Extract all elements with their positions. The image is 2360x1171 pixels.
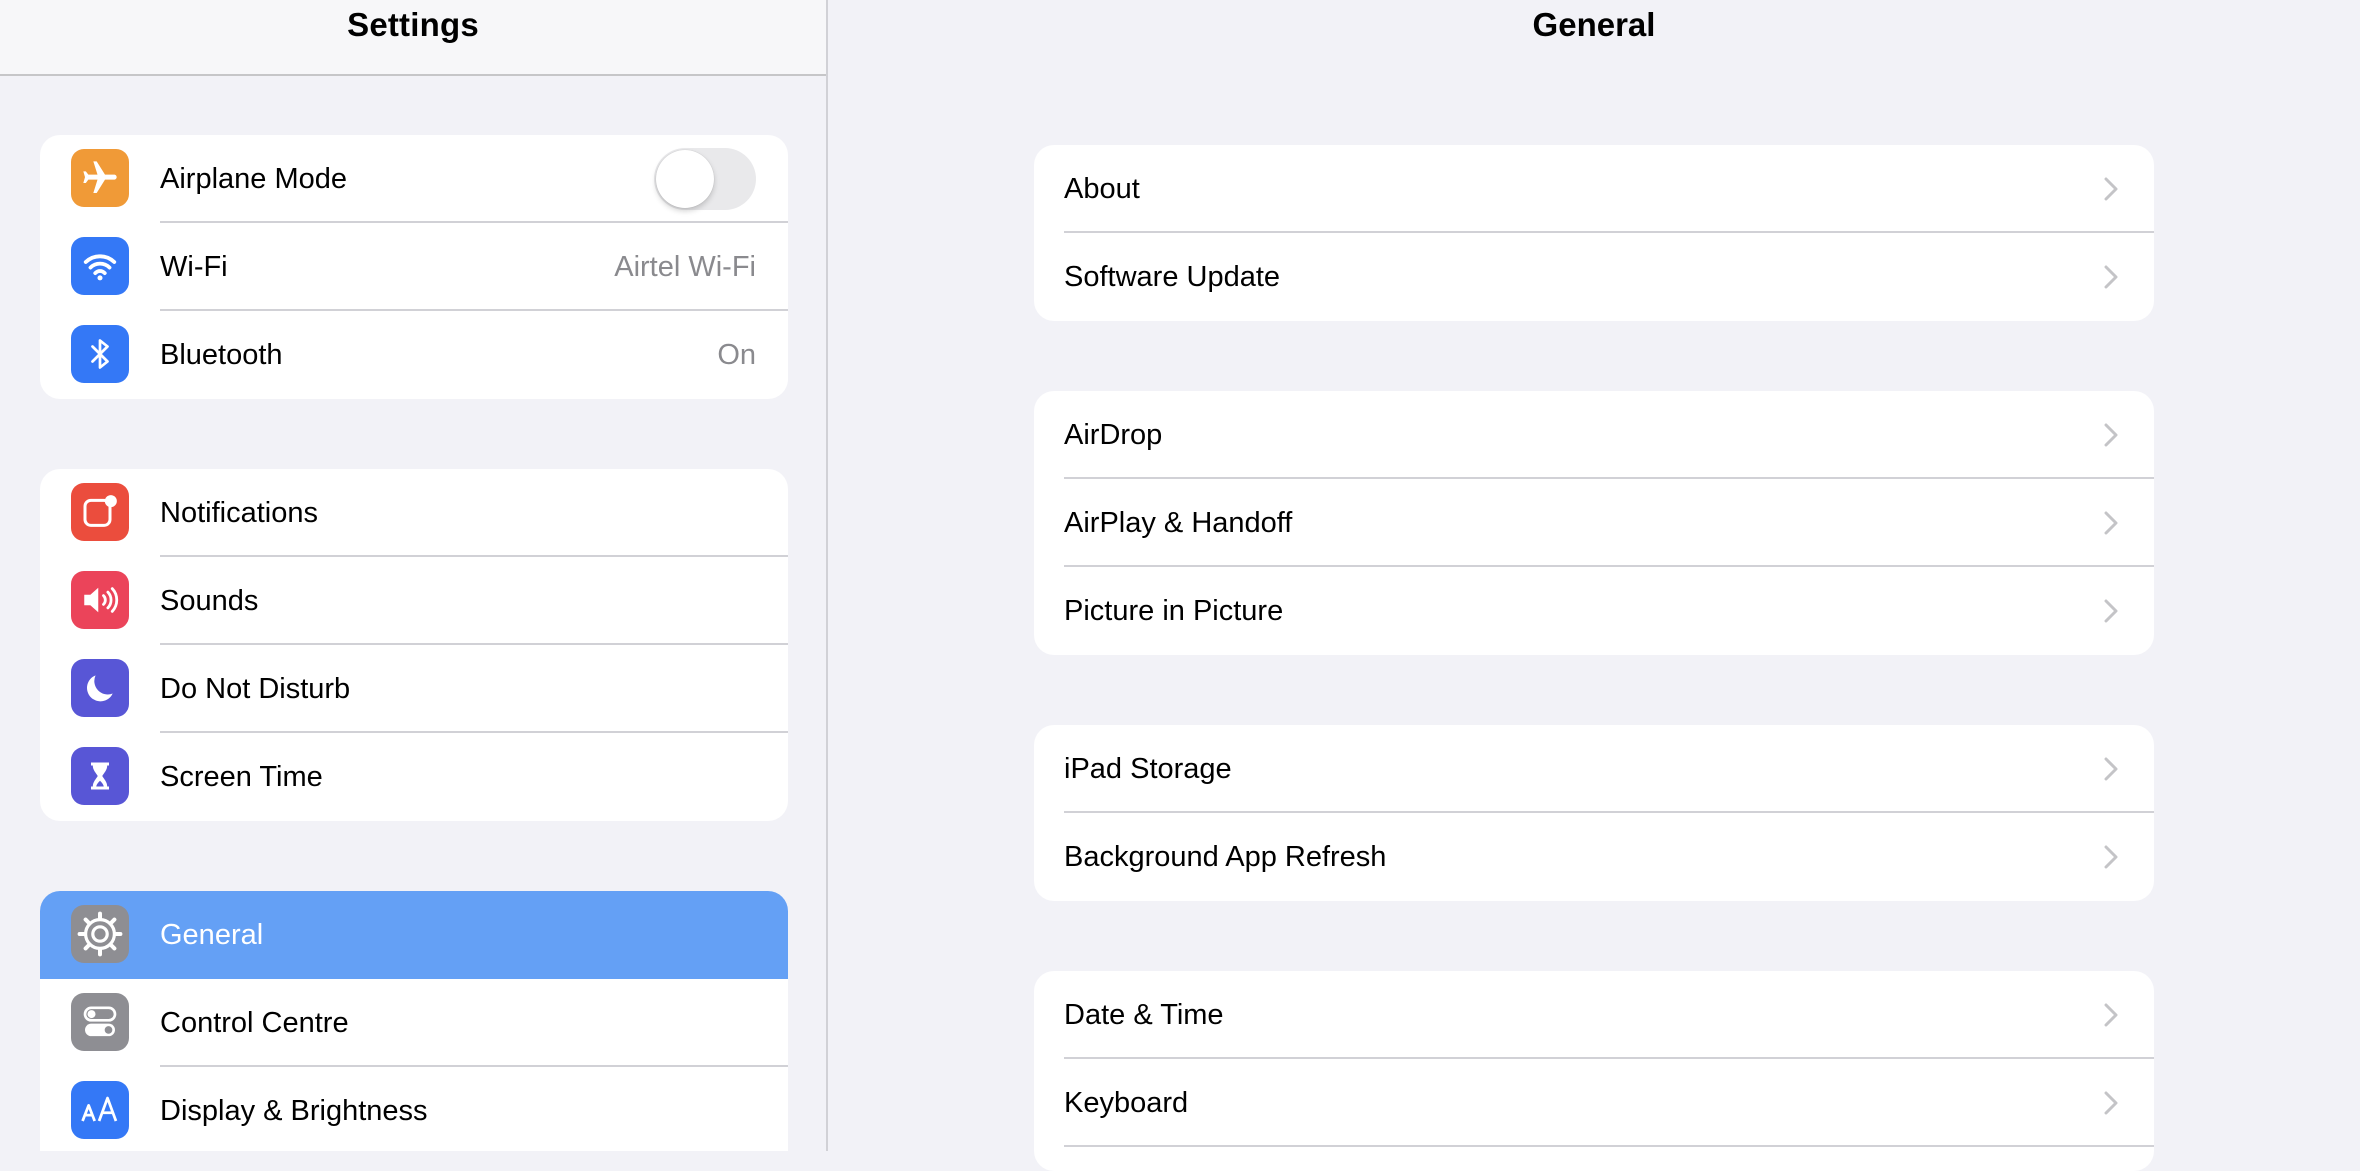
speaker-icon — [71, 571, 129, 629]
sidebar-header: Settings — [0, 0, 826, 76]
sidebar-item-general[interactable]: General — [40, 891, 788, 979]
chevron-right-icon — [2104, 1091, 2118, 1115]
general-item-label: Software Update — [1064, 261, 1281, 293]
general-item-airplay-handoff[interactable]: AirPlay & Handoff — [1034, 479, 2154, 567]
sidebar-item-label: General — [160, 919, 264, 951]
gear-icon — [71, 905, 129, 963]
chevron-right-icon — [2104, 265, 2118, 289]
sidebar-item-label: Control Centre — [160, 1007, 349, 1039]
notifications-icon — [71, 483, 129, 541]
chevron-right-icon — [2104, 177, 2118, 201]
text-size-icon — [71, 1081, 129, 1139]
sidebar-item-label: Airplane Mode — [160, 163, 347, 195]
general-item-label: AirPlay & Handoff — [1064, 507, 1293, 539]
detail-title: General — [1532, 6, 1656, 43]
sidebar-item-sounds[interactable]: Sounds — [40, 557, 788, 645]
detail-pane: General About Software Update AirDrop Ai… — [828, 0, 2360, 1171]
chevron-right-icon — [2104, 423, 2118, 447]
sidebar: Settings Airplane Mode Wi-Fi Airtel Wi-F… — [0, 0, 828, 1151]
sidebar-item-label: Sounds — [160, 585, 259, 617]
sidebar-item-do-not-disturb[interactable]: Do Not Disturb — [40, 645, 788, 733]
sidebar-item-label: Bluetooth — [160, 339, 283, 371]
general-item-label: About — [1064, 173, 1140, 205]
sidebar-item-wifi[interactable]: Wi-Fi Airtel Wi-Fi — [40, 223, 788, 311]
sidebar-item-label: Display & Brightness — [160, 1095, 428, 1127]
general-item-label: Picture in Picture — [1064, 595, 1284, 627]
chevron-right-icon — [2104, 757, 2118, 781]
sidebar-item-airplane-mode[interactable]: Airplane Mode — [40, 135, 788, 223]
general-item-keyboard[interactable]: Keyboard — [1034, 1059, 2154, 1147]
general-item-picture-in-picture[interactable]: Picture in Picture — [1034, 567, 2154, 655]
general-item-label: Background App Refresh — [1064, 841, 1387, 873]
general-item-background-app-refresh[interactable]: Background App Refresh — [1034, 813, 2154, 901]
general-item-label: Keyboard — [1064, 1087, 1189, 1119]
wifi-icon — [71, 237, 129, 295]
general-item-about[interactable]: About — [1034, 145, 2154, 233]
general-group-locale: Date & Time Keyboard — [1034, 971, 2154, 1171]
moon-icon — [71, 659, 129, 717]
sidebar-item-bluetooth[interactable]: Bluetooth On — [40, 311, 788, 399]
chevron-right-icon — [2104, 511, 2118, 535]
chevron-right-icon — [2104, 1003, 2118, 1027]
general-item-ipad-storage[interactable]: iPad Storage — [1034, 725, 2154, 813]
switches-icon — [71, 993, 129, 1051]
sidebar-item-label: Do Not Disturb — [160, 673, 351, 705]
wifi-network-value: Airtel Wi-Fi — [614, 251, 756, 283]
chevron-right-icon — [2104, 845, 2118, 869]
sidebar-item-label: Notifications — [160, 497, 318, 529]
sidebar-item-notifications[interactable]: Notifications — [40, 469, 788, 557]
sidebar-group-connectivity: Airplane Mode Wi-Fi Airtel Wi-Fi Bluetoo… — [40, 135, 788, 399]
general-item-label: Date & Time — [1064, 999, 1224, 1031]
toggle-knob — [656, 150, 714, 208]
row-separator — [1064, 1145, 2154, 1147]
sidebar-item-label: Wi-Fi — [160, 251, 228, 283]
sidebar-item-label: Screen Time — [160, 761, 323, 793]
general-item-label: iPad Storage — [1064, 753, 1232, 785]
sidebar-group-alerts: Notifications Sounds Do Not Disturb Scre… — [40, 469, 788, 821]
general-item-date-time[interactable]: Date & Time — [1034, 971, 2154, 1059]
general-group-storage: iPad Storage Background App Refresh — [1034, 725, 2154, 901]
general-item-software-update[interactable]: Software Update — [1034, 233, 2154, 321]
chevron-right-icon — [2104, 599, 2118, 623]
airplane-mode-toggle[interactable] — [654, 148, 756, 210]
bluetooth-status-value: On — [717, 339, 756, 371]
general-item-airdrop[interactable]: AirDrop — [1034, 391, 2154, 479]
airplane-icon — [71, 149, 129, 207]
general-group-sharing: AirDrop AirPlay & Handoff Picture in Pic… — [1034, 391, 2154, 655]
general-item-label: AirDrop — [1064, 419, 1163, 451]
hourglass-icon — [71, 747, 129, 805]
sidebar-item-display-brightness[interactable]: Display & Brightness — [40, 1067, 788, 1151]
sidebar-title: Settings — [347, 6, 479, 43]
bluetooth-icon — [71, 325, 129, 383]
sidebar-item-screen-time[interactable]: Screen Time — [40, 733, 788, 821]
sidebar-group-system: General Control Centre Display & Brightn… — [40, 891, 788, 1151]
general-group-info: About Software Update — [1034, 145, 2154, 321]
sidebar-item-control-centre[interactable]: Control Centre — [40, 979, 788, 1067]
